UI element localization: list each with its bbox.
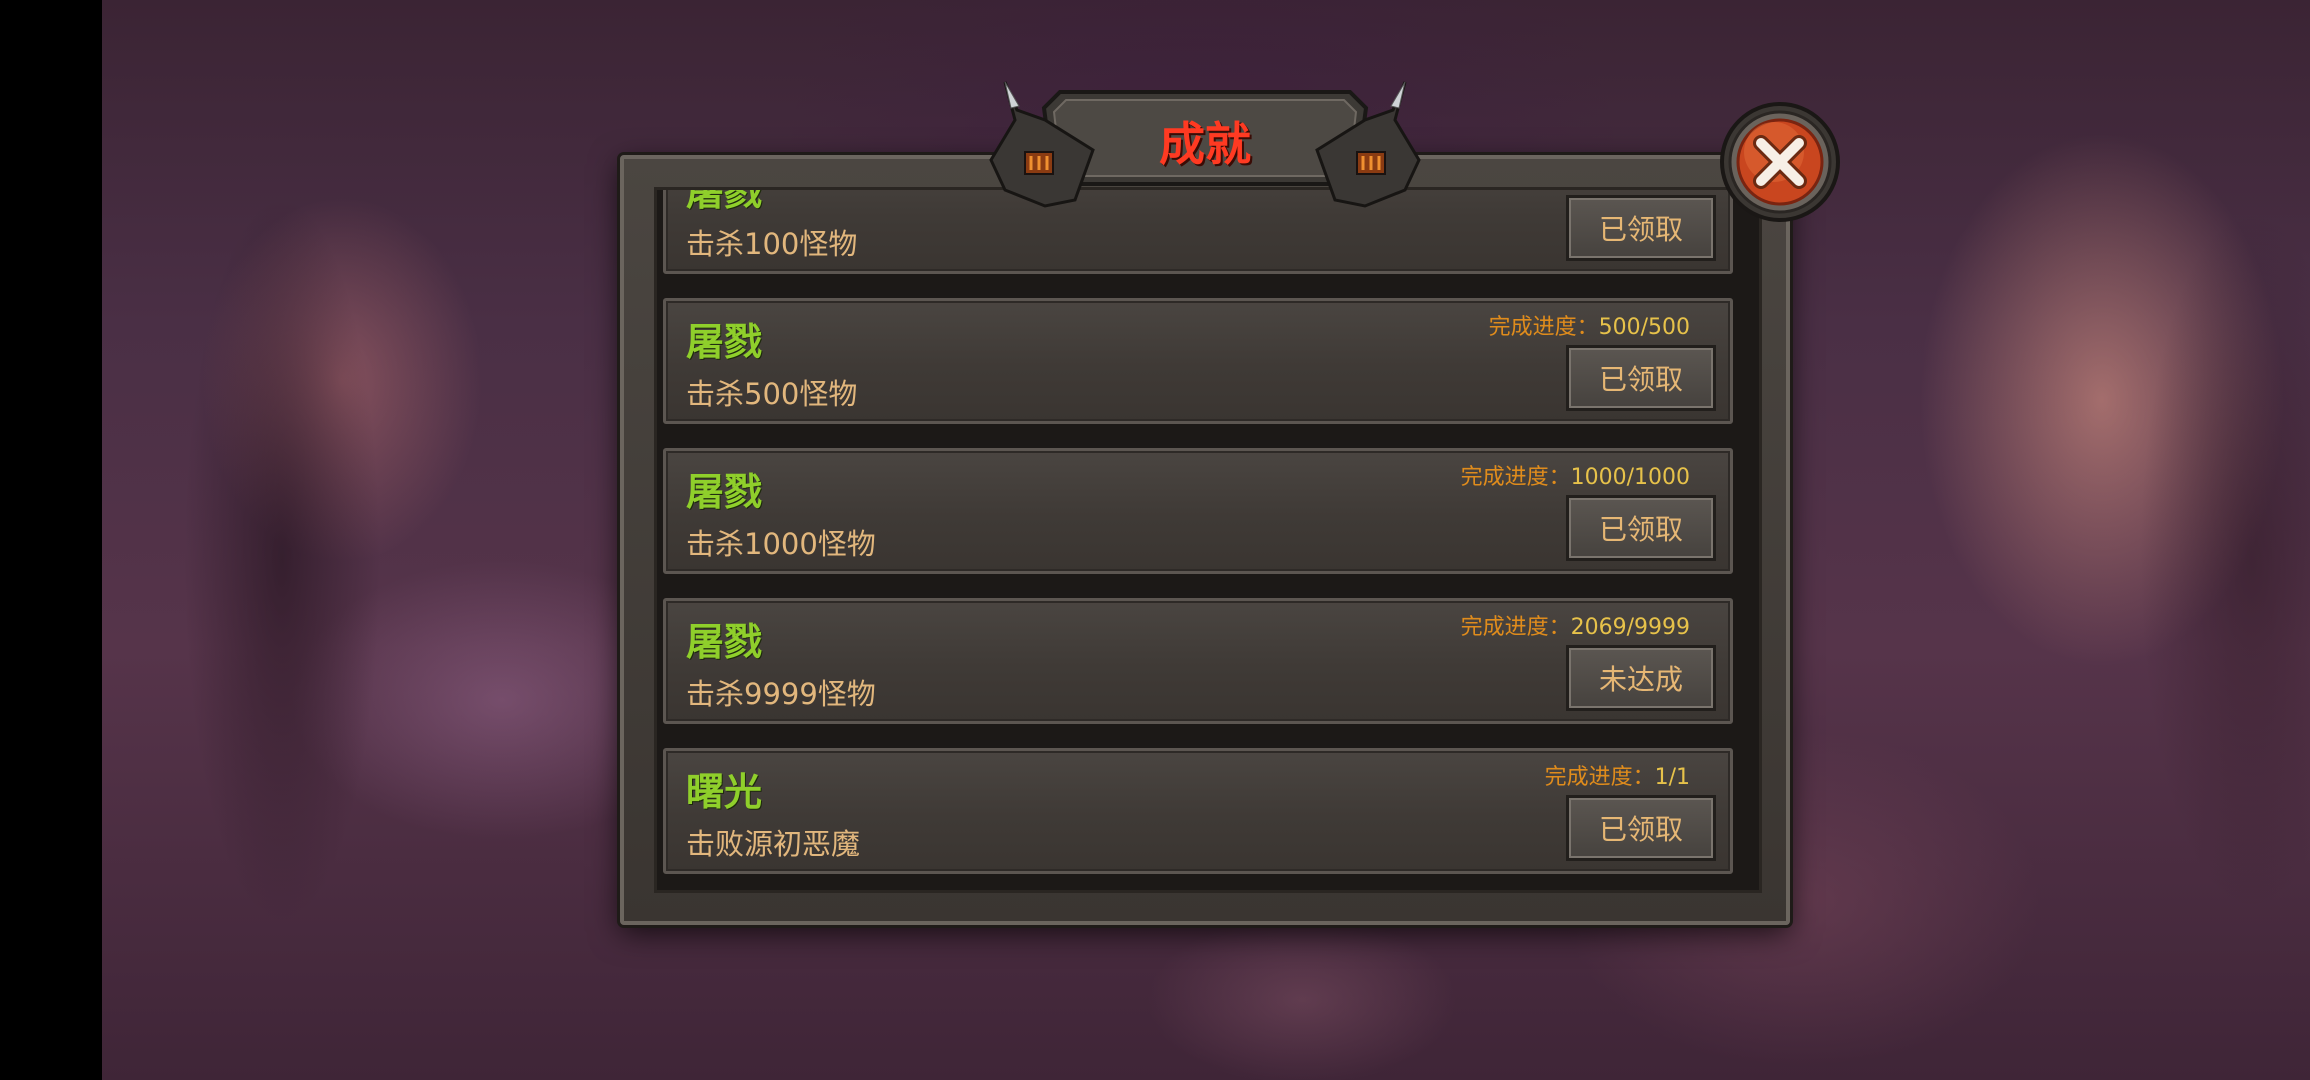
achievement-dialog: 屠戮 击杀100怪物 已领取 屠戮 击杀500怪物 完成进度：500/500 已… (620, 155, 1790, 925)
achievement-list-viewport[interactable]: 屠戮 击杀100怪物 已领取 屠戮 击杀500怪物 完成进度：500/500 已… (654, 187, 1762, 893)
left-black-bar (0, 0, 102, 1080)
close-button[interactable] (1718, 100, 1842, 224)
progress-value: 2069/9999 (1570, 615, 1690, 640)
achievement-row: 屠戮 击杀500怪物 完成进度：500/500 已领取 (663, 298, 1733, 424)
achievement-list: 屠戮 击杀100怪物 已领取 屠戮 击杀500怪物 完成进度：500/500 已… (663, 187, 1733, 890)
achievement-title: 曙光 (686, 770, 763, 814)
progress-label: 完成进度： (1488, 315, 1599, 340)
achievement-row: 屠戮 击杀9999怪物 完成进度：2069/9999 未达成 (663, 598, 1733, 724)
claimed-button[interactable]: 已领取 (1566, 495, 1716, 561)
achievement-progress: 完成进度：500/500 (1489, 309, 1690, 341)
achievement-progress: 完成进度：1000/1000 (1461, 459, 1690, 491)
claimed-button[interactable]: 已领取 (1566, 345, 1716, 411)
title-wing-left-icon (989, 81, 1095, 208)
claimed-button[interactable]: 已领取 (1566, 795, 1716, 861)
achievement-title: 屠戮 (686, 187, 763, 214)
achievement-progress: 完成进度：1/1 (1545, 759, 1690, 791)
progress-value: 1/1 (1654, 765, 1690, 790)
progress-label: 完成进度： (1460, 615, 1571, 640)
not-achieved-button[interactable]: 未达成 (1566, 645, 1716, 711)
achievement-title: 屠戮 (686, 470, 763, 514)
achievement-row: 曙光 击败源初恶魔 完成进度：1/1 已领取 (663, 748, 1733, 874)
achievement-description: 击杀100怪物 (686, 227, 858, 261)
title-wing-right-icon (1315, 81, 1421, 208)
achievement-description: 击杀1000怪物 (686, 527, 876, 561)
progress-value: 500/500 (1598, 315, 1690, 340)
achievement-title: 屠戮 (686, 620, 763, 664)
close-x-icon (1720, 102, 1840, 222)
claimed-button[interactable]: 已领取 (1566, 195, 1716, 261)
achievement-row: 屠戮 击杀100怪物 已领取 (663, 187, 1733, 274)
progress-label: 完成进度： (1544, 765, 1655, 790)
progress-label: 完成进度： (1460, 465, 1571, 490)
achievement-row: 屠戮 击杀1000怪物 完成进度：1000/1000 已领取 (663, 448, 1733, 574)
achievement-description: 击败源初恶魔 (686, 827, 861, 861)
progress-value: 1000/1000 (1570, 465, 1690, 490)
achievement-progress: 完成进度：2069/9999 (1461, 609, 1690, 641)
achievement-description: 击杀500怪物 (686, 377, 858, 411)
achievement-title: 屠戮 (686, 320, 763, 364)
achievement-description: 击杀9999怪物 (686, 677, 876, 711)
